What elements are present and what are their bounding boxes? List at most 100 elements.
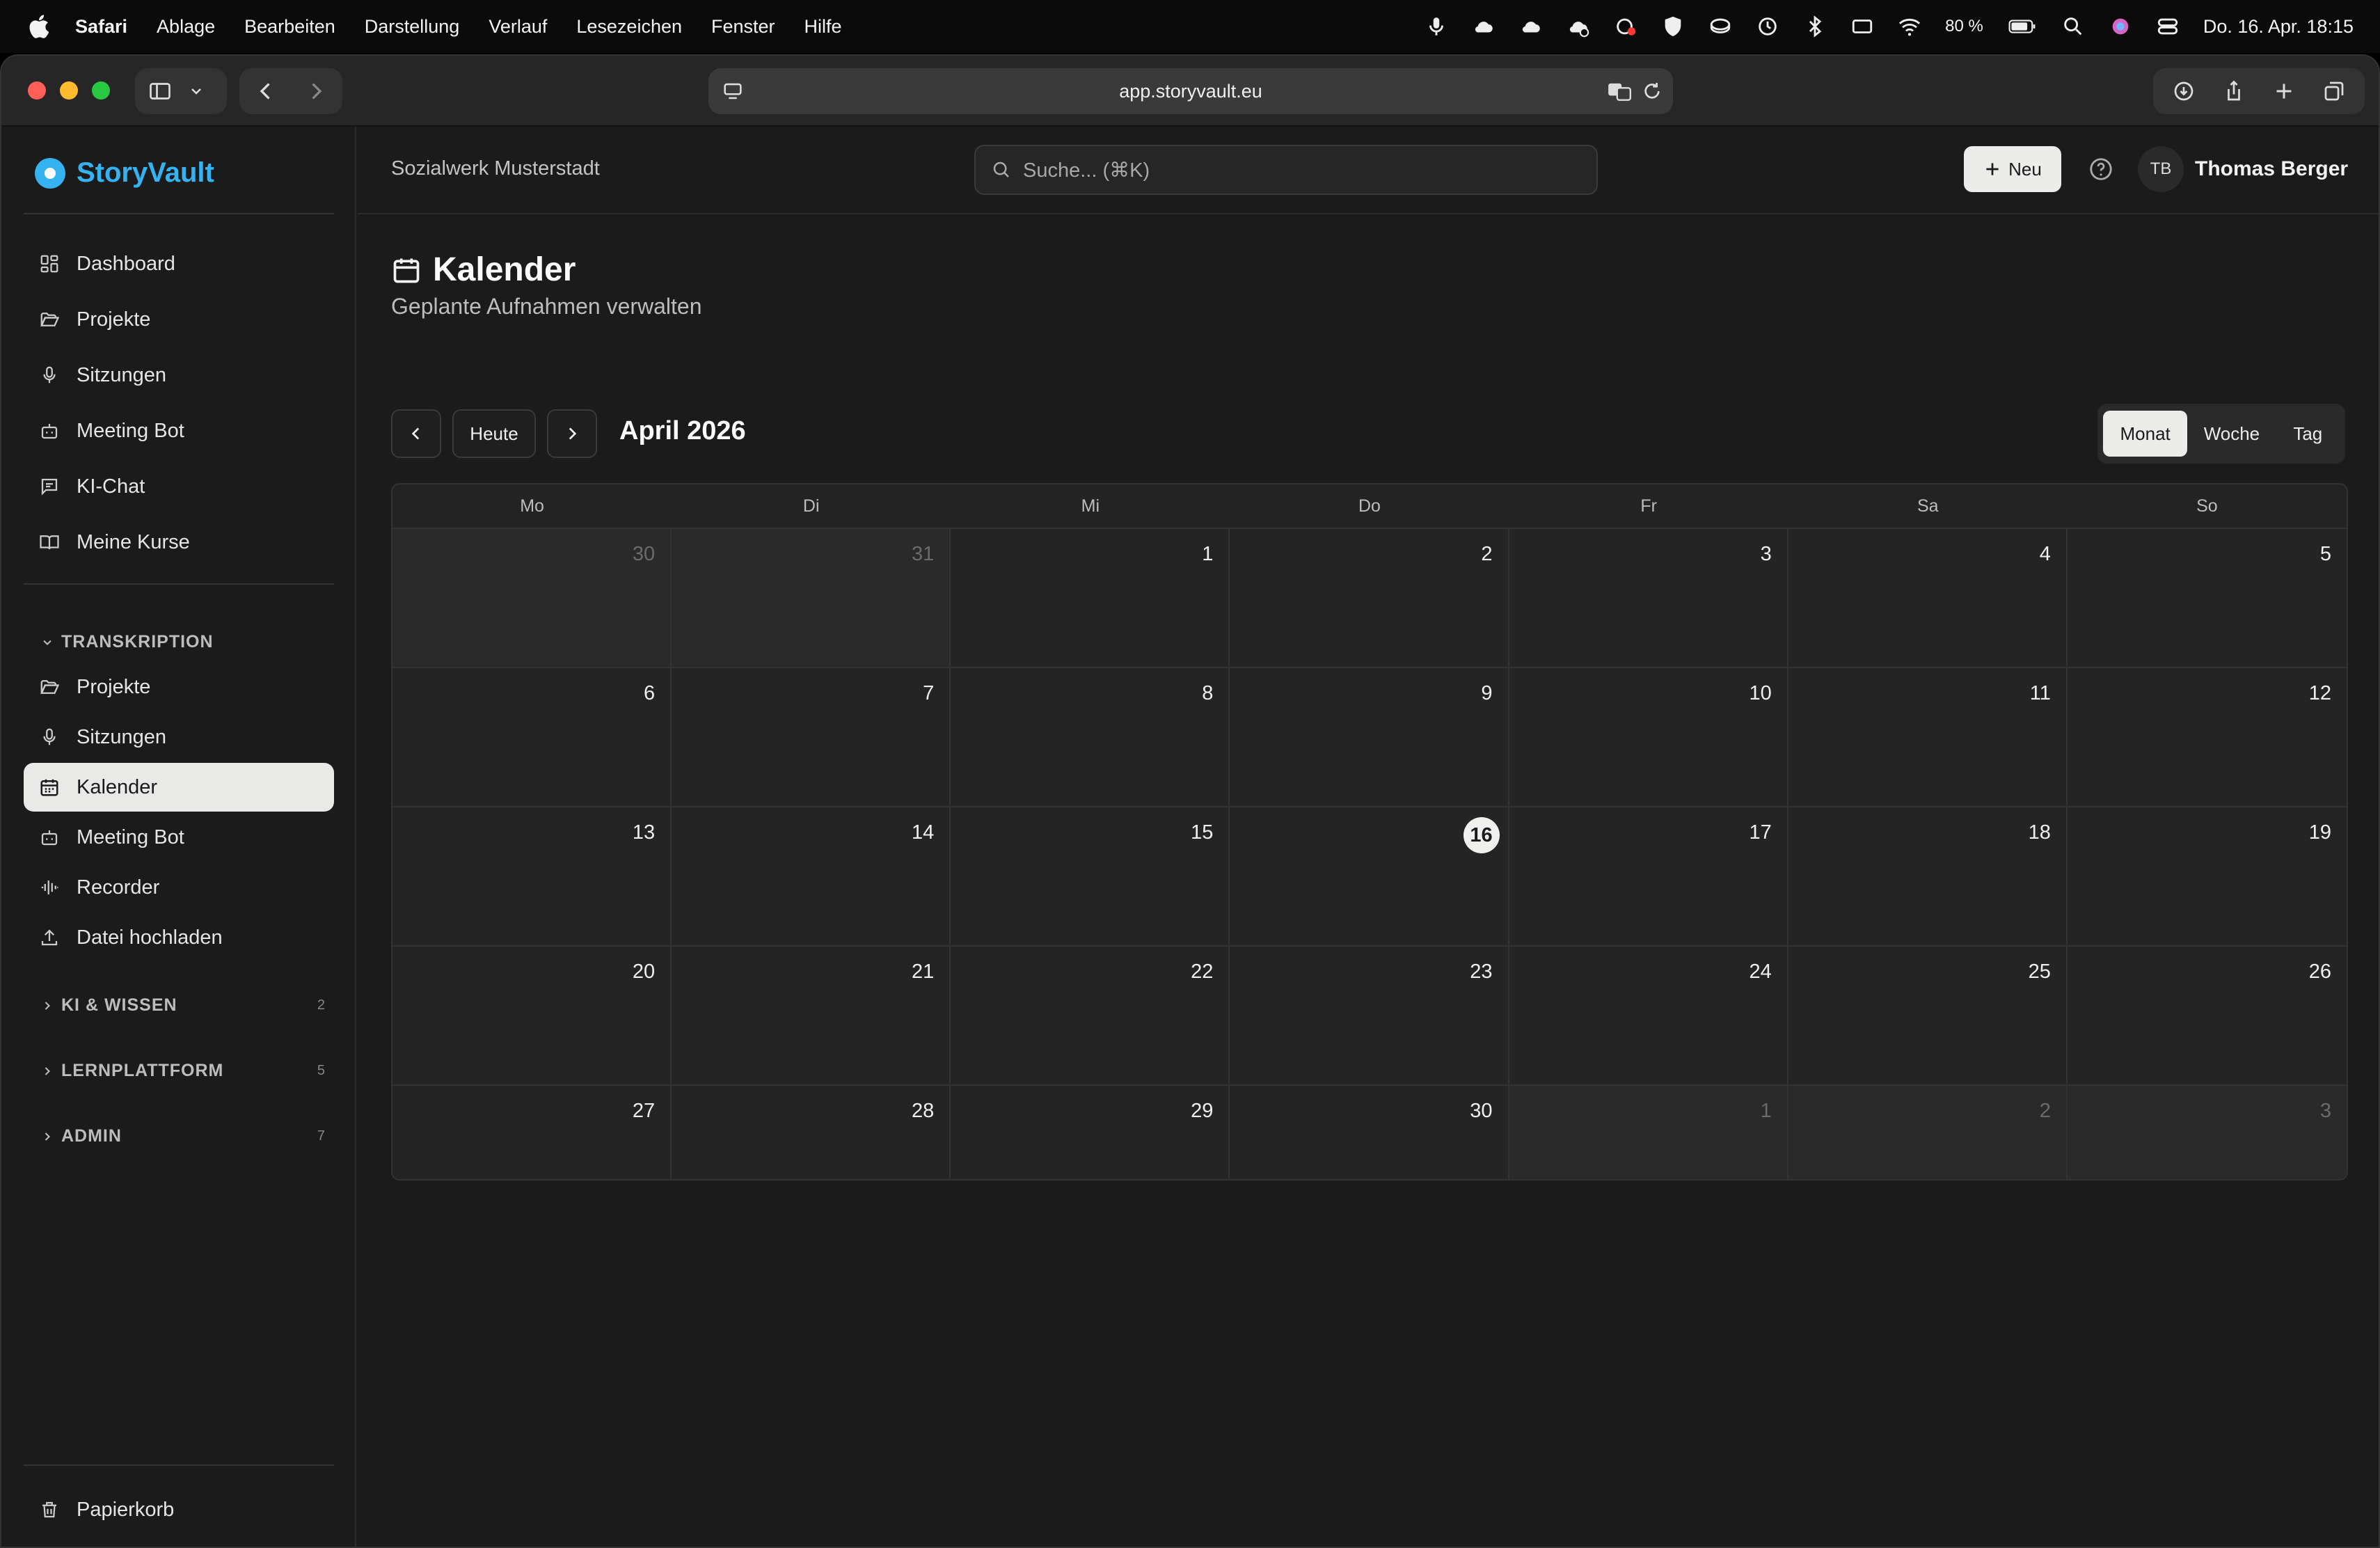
- sidebar-item-sitzungen[interactable]: Sitzungen: [24, 351, 334, 400]
- calendar-day[interactable]: 14: [672, 807, 951, 947]
- cloud-sync-icon[interactable]: [1519, 15, 1543, 38]
- calendar-day[interactable]: 2: [1230, 529, 1509, 668]
- previous-month-button[interactable]: [391, 409, 441, 458]
- sidebar-item-meine-kurse[interactable]: Meine Kurse: [24, 518, 334, 567]
- cloud-status-icon[interactable]: [1566, 15, 1590, 38]
- bluetooth-icon[interactable]: [1803, 15, 1827, 38]
- sidebar-item-transkription-projekte[interactable]: Projekte: [24, 663, 334, 711]
- search-input[interactable]: Suche... (⌘K): [974, 145, 1598, 195]
- brand-logo[interactable]: StoryVault: [35, 157, 214, 189]
- sidebar-item-kalender[interactable]: Kalender: [24, 763, 334, 812]
- calendar-day[interactable]: 9: [1230, 668, 1509, 807]
- organization-name[interactable]: Sozialwerk Musterstadt: [391, 157, 600, 180]
- calendar-day[interactable]: 21: [672, 947, 951, 1086]
- section-ki-wissen[interactable]: KI & WISSEN 2: [40, 995, 326, 1016]
- menu-bearbeiten[interactable]: Bearbeiten: [244, 16, 335, 38]
- cup-icon[interactable]: [1708, 15, 1732, 38]
- menu-verlauf[interactable]: Verlauf: [489, 16, 547, 38]
- downloads-icon[interactable]: [2171, 79, 2196, 104]
- sidebar-item-datei-hochladen[interactable]: Datei hochladen: [24, 913, 334, 962]
- calendar-day[interactable]: 28: [672, 1086, 951, 1179]
- sidebar-item-meeting-bot[interactable]: Meeting Bot: [24, 406, 334, 455]
- share-icon[interactable]: [2221, 79, 2246, 104]
- menu-ablage[interactable]: Ablage: [157, 16, 215, 38]
- calendar-day[interactable]: 15: [951, 807, 1230, 947]
- cloud-icon[interactable]: [1472, 15, 1496, 38]
- calendar-day[interactable]: 29: [951, 1086, 1230, 1179]
- view-month-button[interactable]: Monat: [2103, 411, 2188, 457]
- minimize-window-button[interactable]: [60, 81, 78, 100]
- calendar-day[interactable]: 22: [951, 947, 1230, 1086]
- spotlight-search-icon[interactable]: [2061, 15, 2085, 38]
- tab-overview-icon[interactable]: [2322, 79, 2347, 104]
- wifi-icon[interactable]: [1898, 15, 1921, 38]
- microphone-icon[interactable]: [1425, 15, 1448, 38]
- view-day-button[interactable]: Tag: [2276, 411, 2340, 457]
- calendar-day[interactable]: 1: [951, 529, 1230, 668]
- translate-icon[interactable]: [1606, 78, 1633, 104]
- menu-fenster[interactable]: Fenster: [711, 16, 775, 38]
- calendar-day[interactable]: 17: [1509, 807, 1788, 947]
- calendar-day[interactable]: 25: [1788, 947, 2068, 1086]
- calendar-day[interactable]: 24: [1509, 947, 1788, 1086]
- keyboard-icon[interactable]: [1850, 15, 1874, 38]
- calendar-day[interactable]: 8: [951, 668, 1230, 807]
- reload-icon[interactable]: [1641, 80, 1663, 102]
- time-machine-icon[interactable]: [1756, 15, 1779, 38]
- calendar-day[interactable]: 7: [672, 668, 951, 807]
- calendar-day[interactable]: 10: [1509, 668, 1788, 807]
- new-tab-icon[interactable]: [2271, 79, 2296, 104]
- calendar-day[interactable]: 18: [1788, 807, 2068, 947]
- address-bar[interactable]: app.storyvault.eu: [708, 68, 1673, 114]
- battery-icon[interactable]: [2007, 15, 2038, 38]
- forward-arrow-icon[interactable]: [303, 79, 328, 104]
- menubar-clock[interactable]: Do. 16. Apr. 18:15: [2203, 16, 2354, 38]
- menu-lesezeichen[interactable]: Lesezeichen: [576, 16, 682, 38]
- record-status-icon[interactable]: [1614, 15, 1637, 38]
- siri-icon[interactable]: [2109, 15, 2132, 38]
- avatar[interactable]: TB: [2138, 146, 2184, 192]
- calendar-day[interactable]: 19: [2067, 807, 2347, 947]
- calendar-day[interactable]: 6: [392, 668, 672, 807]
- calendar-day[interactable]: 27: [392, 1086, 672, 1179]
- calendar-day[interactable]: 1: [1509, 1086, 1788, 1179]
- sidebar-toggle-button[interactable]: [135, 68, 227, 114]
- back-arrow-icon[interactable]: [253, 79, 278, 104]
- sidebar-item-projekte[interactable]: Projekte: [24, 295, 334, 344]
- sidebar-item-ki-chat[interactable]: KI-Chat: [24, 462, 334, 511]
- calendar-day[interactable]: 2: [1788, 1086, 2068, 1179]
- calendar-day[interactable]: 4: [1788, 529, 2068, 668]
- calendar-day[interactable]: 23: [1230, 947, 1509, 1086]
- sidebar-item-transkription-sitzungen[interactable]: Sitzungen: [24, 713, 334, 761]
- section-lernplattform[interactable]: LERNPLATTFORM 5: [40, 1061, 326, 1081]
- user-name[interactable]: Thomas Berger: [2195, 157, 2348, 181]
- calendar-day[interactable]: 3: [1509, 529, 1788, 668]
- calendar-day[interactable]: 31: [672, 529, 951, 668]
- calendar-day[interactable]: 3: [2067, 1086, 2347, 1179]
- sidebar-item-recorder[interactable]: Recorder: [24, 863, 334, 912]
- calendar-day-today[interactable]: 16: [1230, 807, 1509, 947]
- calendar-day[interactable]: 30: [1230, 1086, 1509, 1179]
- sidebar-item-transkription-meeting-bot[interactable]: Meeting Bot: [24, 813, 334, 862]
- view-week-button[interactable]: Woche: [2189, 411, 2274, 457]
- today-button[interactable]: Heute: [452, 409, 536, 458]
- zoom-window-button[interactable]: [92, 81, 110, 100]
- next-month-button[interactable]: [547, 409, 597, 458]
- page-settings-icon[interactable]: [721, 79, 745, 103]
- sidebar-item-dashboard[interactable]: Dashboard: [24, 239, 334, 288]
- calendar-day[interactable]: 12: [2067, 668, 2347, 807]
- calendar-day[interactable]: 5: [2067, 529, 2347, 668]
- calendar-day[interactable]: 20: [392, 947, 672, 1086]
- section-transkription[interactable]: TRANSKRIPTION: [40, 632, 326, 652]
- close-window-button[interactable]: [28, 81, 46, 100]
- apple-menu-icon[interactable]: [26, 13, 54, 40]
- sidebar-item-papierkorb[interactable]: Papierkorb: [24, 1485, 334, 1534]
- help-icon[interactable]: [2088, 156, 2114, 182]
- menu-hilfe[interactable]: Hilfe: [804, 16, 842, 38]
- calendar-day[interactable]: 26: [2067, 947, 2347, 1086]
- calendar-day[interactable]: 30: [392, 529, 672, 668]
- control-center-icon[interactable]: [2156, 15, 2180, 38]
- calendar-day[interactable]: 11: [1788, 668, 2068, 807]
- menu-darstellung[interactable]: Darstellung: [365, 16, 460, 38]
- shield-icon[interactable]: [1661, 15, 1685, 38]
